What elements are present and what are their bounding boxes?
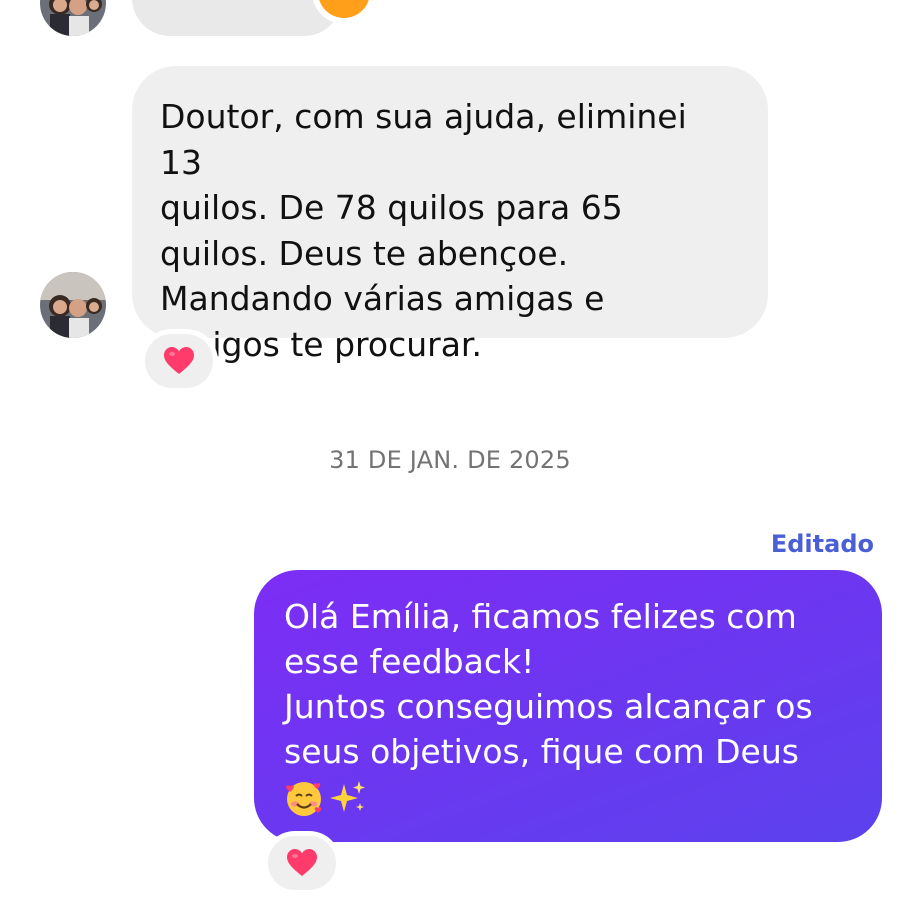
edited-label[interactable]: Editado bbox=[771, 530, 874, 558]
previous-message-bubble[interactable] bbox=[132, 0, 342, 36]
contact-avatar[interactable] bbox=[40, 272, 106, 338]
incoming-message-reaction[interactable] bbox=[145, 334, 213, 388]
avatar-photo bbox=[40, 272, 106, 338]
heart-icon bbox=[164, 347, 194, 374]
heart-icon bbox=[287, 849, 317, 876]
incoming-message-text: Doutor, com sua ajuda, eliminei 13 quilo… bbox=[160, 97, 687, 364]
date-separator: 31 DE JAN. DE 2025 bbox=[329, 446, 571, 474]
outgoing-message-text: Olá Emília, ficamos felizes com esse fee… bbox=[284, 597, 813, 771]
outgoing-message-reaction[interactable] bbox=[268, 836, 336, 890]
avatar-photo bbox=[40, 0, 106, 36]
outgoing-message-bubble[interactable]: Olá Emília, ficamos felizes com esse fee… bbox=[254, 570, 882, 842]
smiling-face-with-hearts-icon bbox=[286, 782, 322, 816]
incoming-message-bubble[interactable]: Doutor, com sua ajuda, eliminei 13 quilo… bbox=[132, 66, 768, 364]
sparkles-icon bbox=[330, 781, 365, 812]
emoji-row bbox=[284, 778, 862, 818]
contact-avatar[interactable] bbox=[40, 0, 106, 36]
